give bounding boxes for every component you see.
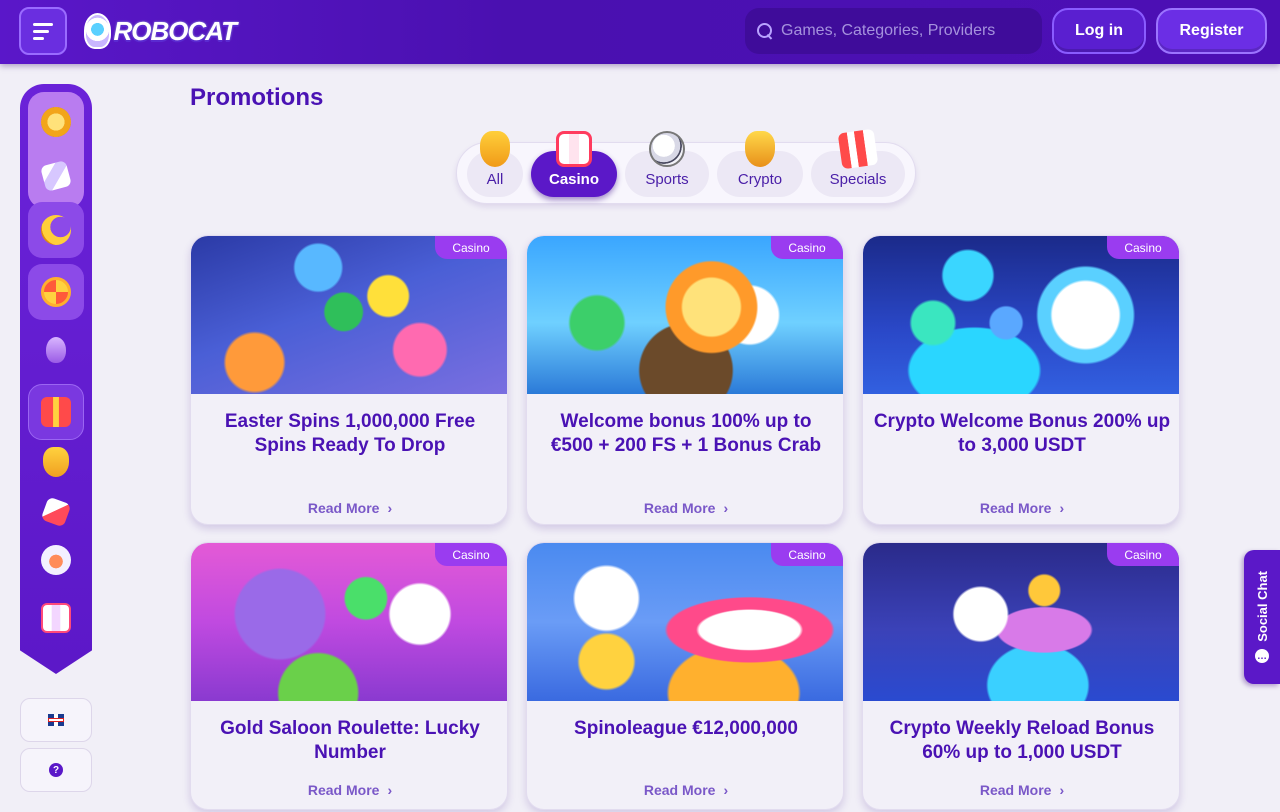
social-chat-label: Social Chat <box>1254 570 1270 642</box>
search-icon <box>757 23 773 39</box>
promo-image-reload <box>863 543 1179 701</box>
uk-flag-icon <box>48 714 64 726</box>
soccer-ball-icon <box>649 131 685 167</box>
category-badge: Casino <box>1107 543 1179 566</box>
promo-title: Spinoleague €12,000,000 <box>574 718 798 739</box>
top-header: ROBOCAT Log in Register <box>0 0 1280 64</box>
search-input[interactable] <box>781 22 1031 40</box>
chat-bubble-icon: … <box>1255 649 1269 664</box>
promo-image-roulette <box>191 543 507 701</box>
login-button[interactable]: Log in <box>1052 8 1146 54</box>
chevron-right-icon: › <box>1059 782 1065 798</box>
tab-specials[interactable]: Specials <box>811 128 905 197</box>
sidebar-item-wheel[interactable] <box>28 264 84 320</box>
tab-label: Specials <box>829 171 887 188</box>
sidebar-item-promotions[interactable] <box>28 384 84 440</box>
category-badge: Casino <box>1107 236 1179 259</box>
promo-title: Easter Spins 1,000,000 Free Spins Ready … <box>224 411 476 456</box>
category-badge: Casino <box>771 236 843 259</box>
chevron-right-icon: › <box>1059 500 1065 516</box>
sidebar-item-coin[interactable] <box>28 94 84 150</box>
tab-label: Casino <box>548 171 599 188</box>
chevron-right-icon: › <box>387 782 393 798</box>
slot-reel-icon <box>40 160 72 192</box>
wheel-icon <box>41 277 71 307</box>
page-title: Promotions <box>190 84 324 111</box>
crescent-coin-icon <box>41 215 71 245</box>
sidebar-item-cat[interactable] <box>28 532 84 588</box>
sidebar-item-easter[interactable] <box>28 322 84 378</box>
promo-image-easter <box>191 236 507 394</box>
gift-box-icon <box>837 128 879 170</box>
slot-777-icon <box>41 603 71 633</box>
promo-card[interactable]: Casino Gold Saloon Roulette: Lucky Numbe… <box>190 542 508 810</box>
tab-label: All <box>486 171 504 188</box>
language-selector[interactable] <box>20 698 92 742</box>
trophy-icon <box>480 131 510 167</box>
egg-icon <box>46 337 66 363</box>
tab-all[interactable]: All <box>467 131 523 197</box>
promo-title: Crypto Welcome Bonus 200% up to 3,000 US… <box>873 411 1171 456</box>
social-chat-tab[interactable]: Social Chat … <box>1244 550 1280 684</box>
gift-icon <box>41 397 71 427</box>
chevron-right-icon: › <box>387 500 393 516</box>
sidebar-item-crescent[interactable] <box>28 202 84 258</box>
read-more-link[interactable]: Read More › <box>191 782 507 798</box>
promo-card[interactable]: Casino Easter Spins 1,000,000 Free Spins… <box>190 235 508 525</box>
menu-line-icon <box>33 22 53 26</box>
help-icon: ? <box>49 763 63 777</box>
chevron-right-icon: › <box>723 500 729 516</box>
sidebar-item-tournaments[interactable] <box>28 434 84 490</box>
robocat-mascot-icon <box>84 13 112 49</box>
promo-image-spinoleague <box>527 543 843 701</box>
chevron-right-icon: › <box>723 782 729 798</box>
tab-crypto[interactable]: Crypto <box>717 131 803 197</box>
tab-casino[interactable]: Casino <box>531 131 617 197</box>
sidebar-item-777[interactable] <box>28 590 84 646</box>
promo-card[interactable]: Casino Spinoleague €12,000,000 Read More… <box>526 542 844 810</box>
menu-line-icon <box>33 29 49 33</box>
promo-image-welcome <box>527 236 843 394</box>
help-button[interactable]: ? <box>20 748 92 792</box>
menu-line-icon <box>33 36 44 40</box>
read-more-link[interactable]: Read More › <box>527 782 843 798</box>
dice-icon <box>40 496 72 528</box>
read-more-link[interactable]: Read More › <box>191 500 507 516</box>
promo-card[interactable]: Casino Crypto Welcome Bonus 200% up to 3… <box>862 235 1180 525</box>
sidebar <box>20 84 92 674</box>
read-more-link[interactable]: Read More › <box>863 782 1179 798</box>
promo-title: Crypto Weekly Reload Bonus 60% up to 1,0… <box>889 718 1155 763</box>
logo-text: ROBOCAT <box>113 15 237 46</box>
sidebar-item-slots[interactable] <box>28 148 84 204</box>
coin-icon <box>41 107 71 137</box>
cat-head-icon <box>41 545 71 575</box>
read-more-link[interactable]: Read More › <box>527 500 843 516</box>
promo-category-tabs: All Casino Sports Crypto Specials <box>456 128 916 204</box>
menu-toggle-button[interactable] <box>19 7 67 55</box>
tab-sports[interactable]: Sports <box>625 131 709 197</box>
promo-title: Gold Saloon Roulette: Lucky Number <box>220 718 480 763</box>
category-badge: Casino <box>435 236 507 259</box>
promo-image-crypto <box>863 236 1179 394</box>
promo-card[interactable]: Casino Crypto Weekly Reload Bonus 60% up… <box>862 542 1180 810</box>
gold-cup-icon <box>745 131 775 167</box>
register-button[interactable]: Register <box>1156 8 1267 54</box>
search-box[interactable] <box>745 8 1042 54</box>
promo-title: Welcome bonus 100% up to €500 + 200 FS +… <box>550 411 822 456</box>
read-more-link[interactable]: Read More › <box>863 500 1179 516</box>
category-badge: Casino <box>771 543 843 566</box>
tab-label: Crypto <box>737 171 783 188</box>
robocat-logo[interactable]: ROBOCAT <box>84 8 237 54</box>
tab-label: Sports <box>645 171 689 188</box>
slot-machine-icon <box>556 131 592 167</box>
trophy-icon <box>43 447 69 477</box>
category-badge: Casino <box>435 543 507 566</box>
promo-card[interactable]: Casino Welcome bonus 100% up to €500 + 2… <box>526 235 844 525</box>
